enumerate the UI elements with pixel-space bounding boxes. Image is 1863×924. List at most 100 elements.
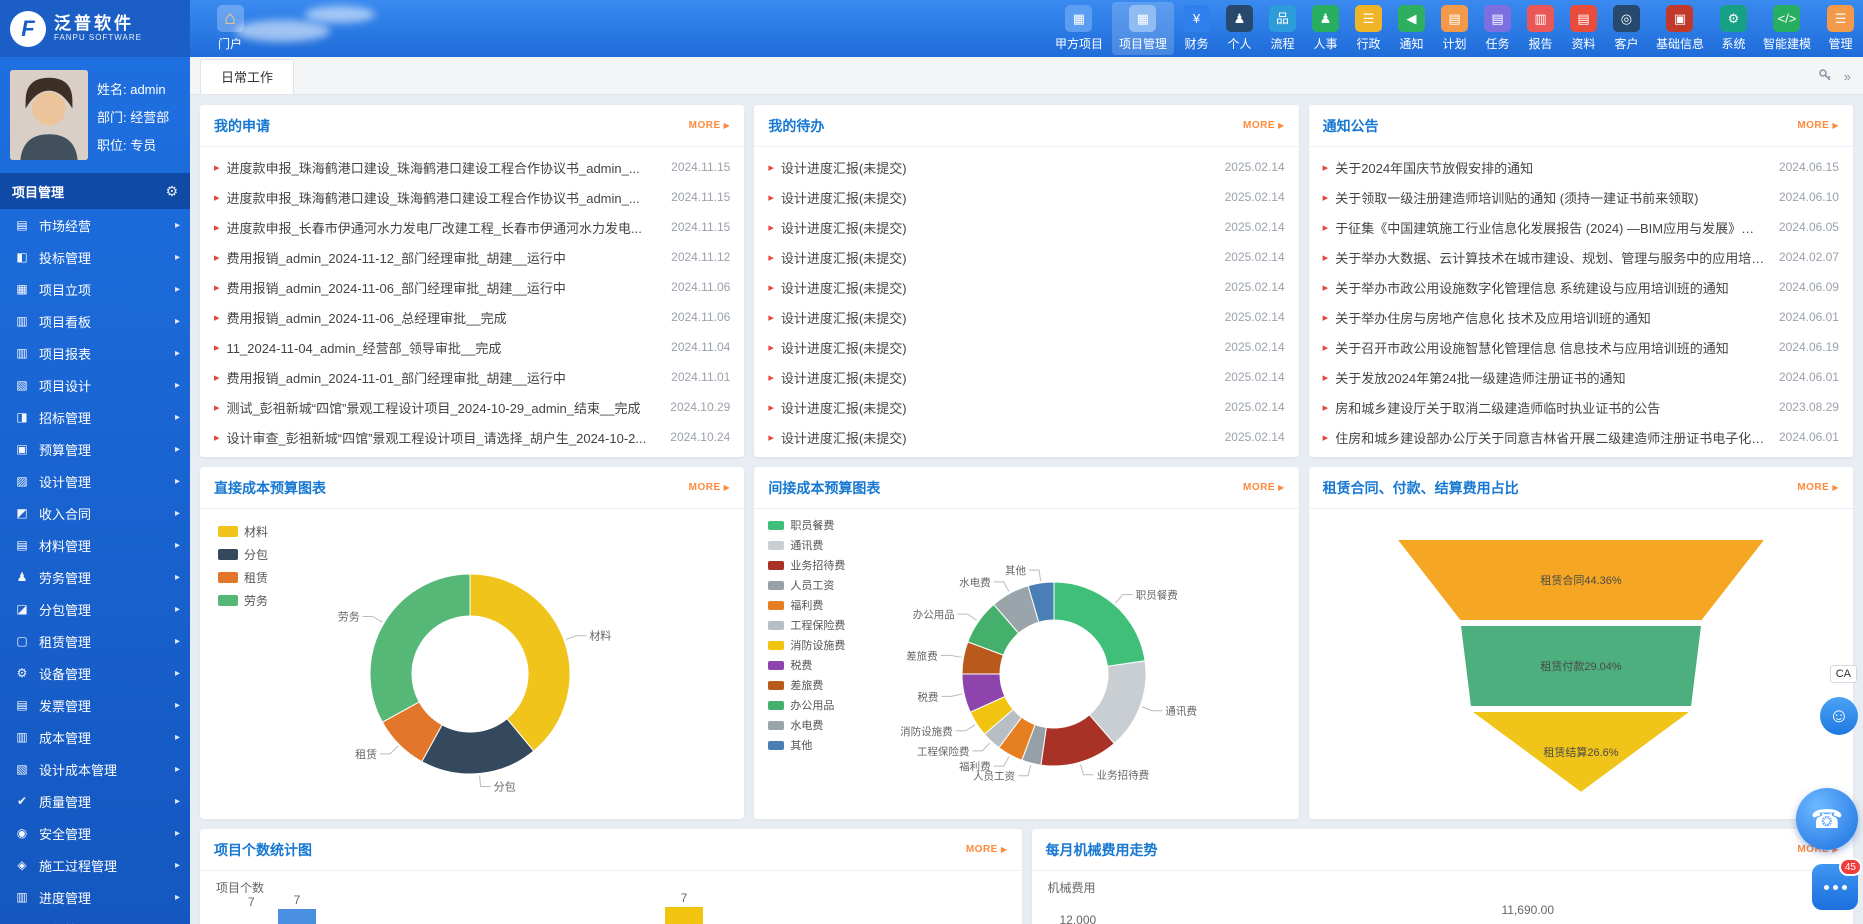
list-item[interactable]: ▸设计进度汇报(未提交)2025.02.14 — [754, 272, 1298, 302]
legend-item[interactable]: 水电费 — [768, 717, 845, 733]
sidebar-item-项目看板[interactable]: ▥项目看板▸ — [0, 305, 190, 337]
legend-item[interactable]: 职员餐费 — [768, 517, 845, 533]
nav-module-智能建模[interactable]: </>智能建模 — [1756, 2, 1818, 55]
legend-item[interactable]: 其他 — [768, 737, 845, 753]
nav-module-个人[interactable]: ♟个人 — [1219, 2, 1260, 55]
nav-module-任务[interactable]: ▤任务 — [1477, 2, 1518, 55]
avatar[interactable] — [10, 70, 88, 160]
list-item[interactable]: ▸费用报销_admin_2024-11-06_总经理审批__完成2024.11.… — [200, 302, 744, 332]
more-link[interactable]: MORE▶ — [966, 844, 1008, 855]
list-item[interactable]: ▸设计进度汇报(未提交)2025.02.14 — [754, 152, 1298, 182]
list-item[interactable]: ▸费用报销_admin_2024-11-06_部门经理审批_胡建__运行中202… — [200, 272, 744, 302]
list-item[interactable]: ▸于征集《中国建筑施工行业信息化发展报告 (2024) —BIM应用与发展》材料… — [1309, 212, 1853, 242]
sidebar-item-预算管理[interactable]: ▣预算管理▸ — [0, 433, 190, 465]
nav-module-报告[interactable]: ▥报告 — [1520, 2, 1561, 55]
sidebar-item-进度管理[interactable]: ▥进度管理▸ — [0, 881, 190, 913]
legend-item[interactable]: 税费 — [768, 657, 845, 673]
donut-segment-劳务[interactable] — [370, 574, 470, 722]
nav-module-管理[interactable]: ☰管理 — [1820, 2, 1861, 55]
list-item[interactable]: ▸测试_彭祖新城“四馆”景观工程设计项目_2024-10-29_admin_结束… — [200, 392, 744, 422]
sidebar-item-施工过程管理[interactable]: ◈施工过程管理▸ — [0, 849, 190, 881]
more-link[interactable]: MORE▶ — [1797, 482, 1839, 493]
legend-item[interactable]: 租赁 — [218, 569, 268, 586]
more-link[interactable]: MORE▶ — [1797, 120, 1839, 131]
list-item[interactable]: ▸关于举办住房与房地产信息化 技术及应用培训班的通知2024.06.01 — [1309, 302, 1853, 332]
tab-daily-work[interactable]: 日常工作 — [200, 59, 294, 94]
list-item[interactable]: ▸设计审查_彭祖新城“四馆”景观工程设计项目_请选择_胡户生_2024-10-2… — [200, 422, 744, 452]
nav-module-资料[interactable]: ▤资料 — [1563, 2, 1604, 55]
sidebar-item-发票管理[interactable]: ▤发票管理▸ — [0, 689, 190, 721]
donut-segment-材料[interactable] — [470, 574, 570, 751]
legend-item[interactable]: 劳务 — [218, 592, 268, 609]
ca-widget[interactable]: CA — [1830, 665, 1857, 683]
legend-item[interactable]: 办公用品 — [768, 697, 845, 713]
nav-module-甲方项目[interactable]: ▦甲方项目 — [1048, 2, 1110, 55]
sidebar-item-设备管理[interactable]: ⚙设备管理▸ — [0, 657, 190, 689]
collapse-icon[interactable]: » — [1844, 69, 1851, 84]
nav-module-人事[interactable]: ♟人事 — [1305, 2, 1346, 55]
sidebar-item-设计管理[interactable]: ▨设计管理▸ — [0, 465, 190, 497]
more-link[interactable]: MORE▶ — [689, 120, 731, 131]
legend-item[interactable]: 业务招待费 — [768, 557, 845, 573]
legend-item[interactable]: 差旅费 — [768, 677, 845, 693]
list-item[interactable]: ▸费用报销_admin_2024-11-01_部门经理审批_胡建__运行中202… — [200, 362, 744, 392]
sidebar-item-项目设计[interactable]: ▧项目设计▸ — [0, 369, 190, 401]
list-item[interactable]: ▸设计进度汇报(未提交)2025.02.14 — [754, 242, 1298, 272]
bar[interactable] — [665, 907, 703, 924]
list-item[interactable]: ▸房和城乡建设厅关于取消二级建造师临时执业证书的公告2023.08.29 — [1309, 392, 1853, 422]
sidebar-item-设计成本管理[interactable]: ▧设计成本管理▸ — [0, 753, 190, 785]
service-float-button[interactable]: ☎ — [1796, 788, 1858, 850]
list-item[interactable]: ▸设计进度汇报(未提交)2025.02.14 — [754, 332, 1298, 362]
list-item[interactable]: ▸住房和城乡建设部办公厅关于同意吉林省开展二级建造师注册证书电子化试点...20… — [1309, 422, 1853, 452]
list-item[interactable]: ▸设计进度汇报(未提交)2025.02.14 — [754, 302, 1298, 332]
sidebar-item-招标管理[interactable]: ◨招标管理▸ — [0, 401, 190, 433]
key-icon[interactable] — [1818, 68, 1832, 85]
list-item[interactable]: ▸关于召开市政公用设施智慧化管理信息 信息技术与应用培训班的通知2024.06.… — [1309, 332, 1853, 362]
chat-float-button[interactable]: 45 — [1812, 864, 1858, 910]
list-item[interactable]: ▸设计进度汇报(未提交)2025.02.14 — [754, 422, 1298, 452]
legend-item[interactable]: 消防设施费 — [768, 637, 845, 653]
list-item[interactable]: ▸设计进度汇报(未提交)2025.02.14 — [754, 182, 1298, 212]
sidebar-item-安全管理[interactable]: ◉安全管理▸ — [0, 817, 190, 849]
list-item[interactable]: ▸设计进度汇报(未提交)2025.02.14 — [754, 362, 1298, 392]
bar[interactable] — [278, 909, 316, 924]
sidebar-item-分包管理[interactable]: ◪分包管理▸ — [0, 593, 190, 625]
list-item[interactable]: ▸进度款申报_长春市伊通河水力发电厂改建工程_长春市伊通河水力发电...2024… — [200, 212, 744, 242]
list-item[interactable]: ▸关于举办大数据、云计算技术在城市建设、规划、管理与服务中的应用培训班...20… — [1309, 242, 1853, 272]
nav-module-财务[interactable]: ¥财务 — [1176, 2, 1217, 55]
sidebar-item-材料管理[interactable]: ▤材料管理▸ — [0, 529, 190, 561]
nav-module-基础信息[interactable]: ▣基础信息 — [1649, 2, 1711, 55]
list-item[interactable]: ▸进度款申报_珠海鹤港口建设_珠海鹤港口建设工程合作协议书_admin_...2… — [200, 182, 744, 212]
nav-module-通知[interactable]: ◀通知 — [1391, 2, 1432, 55]
sidebar-item-收入合同[interactable]: ◩收入合同▸ — [0, 497, 190, 529]
nav-module-客户[interactable]: ◎客户 — [1606, 2, 1647, 55]
sidebar-item-项目立项[interactable]: ▦项目立项▸ — [0, 273, 190, 305]
list-item[interactable]: ▸关于发放2024年第24批一级建造师注册证书的通知2024.06.01 — [1309, 362, 1853, 392]
legend-item[interactable]: 分包 — [218, 546, 268, 563]
list-item[interactable]: ▸进度款申报_珠海鹤港口建设_珠海鹤港口建设工程合作协议书_admin_...2… — [200, 152, 744, 182]
list-item[interactable]: ▸关于举办市政公用设施数字化管理信息 系统建设与应用培训班的通知2024.06.… — [1309, 272, 1853, 302]
legend-item[interactable]: 人员工资 — [768, 577, 845, 593]
legend-item[interactable]: 福利费 — [768, 597, 845, 613]
sidebar-item-证件管理[interactable]: ▣证件管理▸ — [0, 913, 190, 924]
sidebar-item-劳务管理[interactable]: ♟劳务管理▸ — [0, 561, 190, 593]
more-link[interactable]: MORE▶ — [1243, 120, 1285, 131]
nav-module-系统[interactable]: ⚙系统 — [1713, 2, 1754, 55]
list-item[interactable]: ▸关于领取一级注册建造师培训贴的通知 (须持一建证书前来领取)2024.06.1… — [1309, 182, 1853, 212]
nav-module-流程[interactable]: 品流程 — [1262, 2, 1303, 55]
more-link[interactable]: MORE▶ — [689, 482, 731, 493]
list-item[interactable]: ▸设计进度汇报(未提交)2025.02.14 — [754, 392, 1298, 422]
gear-icon[interactable]: ⚙ — [165, 183, 178, 200]
nav-module-计划[interactable]: ▤计划 — [1434, 2, 1475, 55]
sidebar-item-投标管理[interactable]: ◧投标管理▸ — [0, 241, 190, 273]
contact-float-button[interactable]: ☺ — [1820, 697, 1858, 735]
list-item[interactable]: ▸设计进度汇报(未提交)2025.02.14 — [754, 212, 1298, 242]
sidebar-item-质量管理[interactable]: ✔质量管理▸ — [0, 785, 190, 817]
more-link[interactable]: MORE▶ — [1243, 482, 1285, 493]
sidebar-item-市场经营[interactable]: ▤市场经营▸ — [0, 209, 190, 241]
list-item[interactable]: ▸关于2024年国庆节放假安排的通知2024.06.15 — [1309, 152, 1853, 182]
list-item[interactable]: ▸11_2024-11-04_admin_经营部_领导审批__完成2024.11… — [200, 332, 744, 362]
sidebar-item-项目报表[interactable]: ▥项目报表▸ — [0, 337, 190, 369]
sidebar-item-租赁管理[interactable]: ▢租赁管理▸ — [0, 625, 190, 657]
nav-module-项目管理[interactable]: ▦项目管理 — [1112, 2, 1174, 55]
